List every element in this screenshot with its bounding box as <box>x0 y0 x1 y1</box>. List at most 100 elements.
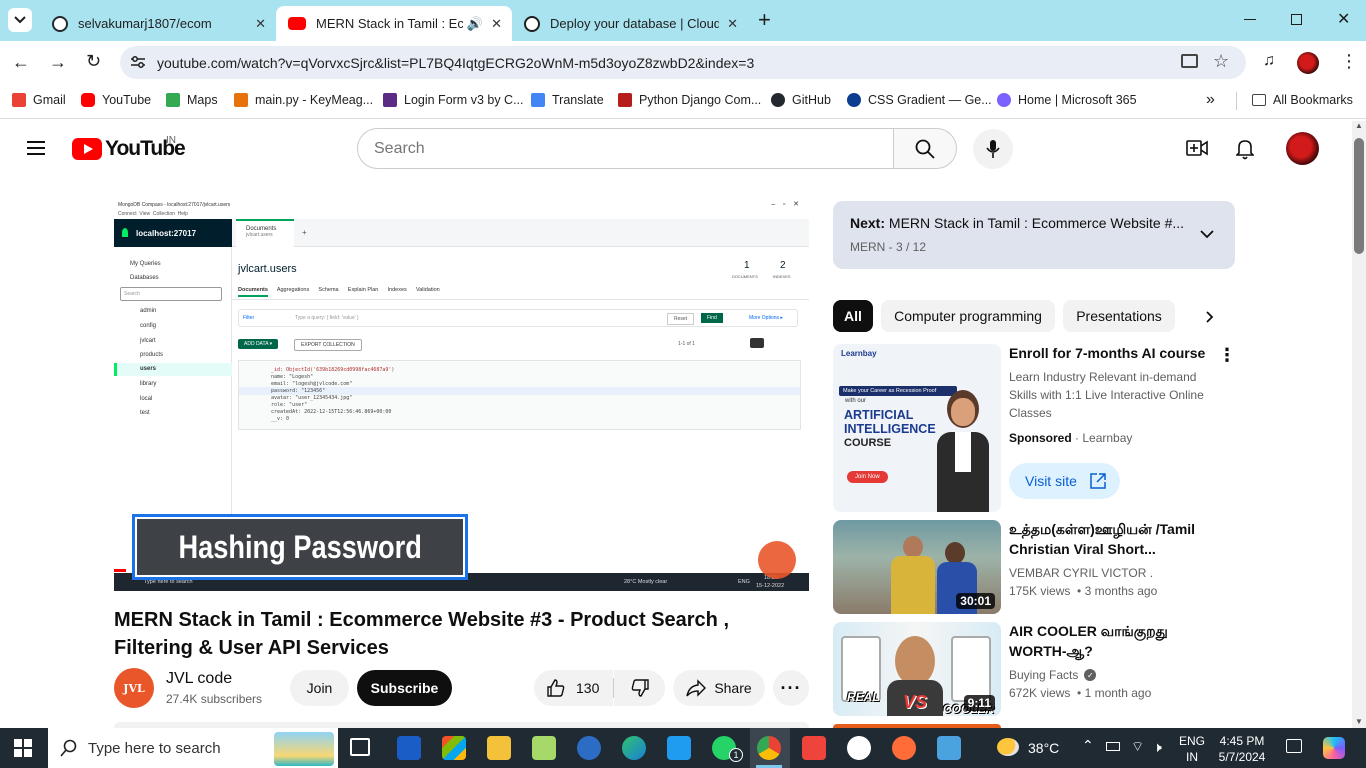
site-info-icon[interactable] <box>130 55 146 69</box>
all-bookmarks-button[interactable]: All Bookmarks <box>1252 92 1353 108</box>
bookmark-python-django[interactable]: Python Django Com... <box>618 92 761 108</box>
weather-temperature[interactable]: 38°C <box>1028 740 1059 756</box>
create-video-button[interactable] <box>1186 139 1208 157</box>
language-indicator[interactable]: ENG IN <box>1179 733 1205 765</box>
bookmark-gmail[interactable]: Gmail <box>12 92 66 108</box>
recommendation-title[interactable]: உத்தம(கள்ள)ஊழியன் /Tamil Christian Viral… <box>1009 519 1209 559</box>
volume-icon[interactable]: 🕨 <box>1153 739 1162 756</box>
task-view-icon[interactable] <box>350 738 370 756</box>
bookmark-github[interactable]: GitHub <box>771 92 831 108</box>
weather-icon[interactable] <box>997 738 1019 756</box>
start-button[interactable] <box>14 739 32 757</box>
anydesk-icon[interactable] <box>802 736 826 760</box>
video-progress-bar[interactable] <box>114 569 126 572</box>
word-app-icon[interactable] <box>397 736 421 760</box>
video-expand-icon[interactable]: ⌃ <box>795 561 802 570</box>
minimize-window-button[interactable] <box>1244 19 1256 20</box>
close-window-button[interactable]: ✕ <box>1337 9 1350 29</box>
notification-center-icon[interactable] <box>1286 739 1302 753</box>
ad-title[interactable]: Enroll for 7-months AI course <box>1009 345 1209 361</box>
recommendation-channel[interactable]: Buying Facts ✓ <box>1009 668 1097 682</box>
cloud-icon <box>524 15 540 32</box>
close-tab-icon[interactable]: ✕ <box>255 16 266 32</box>
clock[interactable]: 4:45 PM 5/7/2024 <box>1214 733 1270 765</box>
edge-icon[interactable] <box>622 736 646 760</box>
new-tab-button[interactable]: + <box>758 7 771 33</box>
channel-name[interactable]: JVL code <box>166 670 232 688</box>
page-scrollbar[interactable]: ▲ ▼ <box>1352 121 1366 728</box>
like-button[interactable]: 130 <box>534 670 613 706</box>
bookmark-microsoft-365[interactable]: Home | Microsoft 365 <box>997 92 1137 108</box>
wifi-icon[interactable]: ⌔ <box>1131 738 1144 756</box>
dislike-button[interactable] <box>614 670 665 706</box>
share-button[interactable]: Share <box>673 670 765 706</box>
media-app-icon[interactable] <box>532 736 556 760</box>
install-app-icon[interactable] <box>1181 54 1198 68</box>
playlist-panel[interactable]: Next: MERN Stack in Tamil : Ecommerce We… <box>833 201 1235 269</box>
mongodb-compass-icon[interactable] <box>847 736 871 760</box>
scrollbar-thumb[interactable] <box>1354 138 1364 254</box>
voice-search-button[interactable] <box>973 129 1013 169</box>
database-app-icon[interactable] <box>577 736 601 760</box>
vscode-icon[interactable] <box>667 736 691 760</box>
ad-thumbnail[interactable]: Learnbay Make your Career as Recession P… <box>833 344 1001 512</box>
recommendation-thumbnail[interactable]: REAL VS COOLER 9:11 <box>833 622 1001 716</box>
tab-github[interactable]: selvakumarj1807/ecom ✕ <box>40 6 276 41</box>
expand-playlist-icon[interactable] <box>1200 230 1214 239</box>
recommendation-title[interactable]: AIR COOLER வாங்குறது WORTH-ஆ? <box>1009 621 1209 661</box>
tab-search-button[interactable] <box>8 8 32 32</box>
bookmarks-overflow-button[interactable]: » <box>1206 91 1215 108</box>
search-button[interactable] <box>893 128 957 169</box>
forward-button[interactable]: → <box>49 52 67 73</box>
audio-playing-icon[interactable]: 🔊 <box>467 16 483 32</box>
bookmark-maps[interactable]: Maps <box>166 92 218 108</box>
chip-presentations[interactable]: Presentations <box>1063 300 1175 332</box>
account-avatar[interactable] <box>1286 132 1319 165</box>
tab-youtube[interactable]: MERN Stack in Tamil : Ecom 🔊 ✕ <box>276 6 512 41</box>
taskbar-search[interactable]: Type here to search <box>48 728 338 768</box>
postman-icon[interactable] <box>892 736 916 760</box>
chevron-right-icon <box>1206 311 1214 323</box>
bookmark-css-gradient[interactable]: CSS Gradient — Ge... <box>847 92 992 108</box>
browser-menu-icon[interactable]: ⋮ <box>1340 52 1358 70</box>
chip-computer-programming[interactable]: Computer programming <box>881 300 1055 332</box>
ad-more-icon[interactable]: ⋮ <box>1218 345 1236 366</box>
close-tab-icon[interactable]: ✕ <box>491 16 502 32</box>
notifications-button[interactable] <box>1235 138 1255 160</box>
channel-avatar[interactable]: JVL <box>114 668 154 708</box>
bookmark-star-icon[interactable]: ☆ <box>1213 51 1229 72</box>
url-text[interactable]: youtube.com/watch?v=qVorvxcSjrc&list=PL7… <box>157 55 754 71</box>
tab-mongodb[interactable]: Deploy your database | Cloud: I ✕ <box>512 6 748 41</box>
file-explorer-icon[interactable] <box>487 736 511 760</box>
battery-icon[interactable] <box>1106 742 1120 751</box>
join-button[interactable]: Join <box>290 670 349 706</box>
more-actions-button[interactable]: ··· <box>773 670 809 706</box>
reload-button[interactable]: ↻ <box>86 51 101 72</box>
show-hidden-icons[interactable]: ⌃ <box>1082 737 1094 754</box>
bookmark-keymeag[interactable]: main.py - KeyMeag... <box>234 92 373 108</box>
restore-window-button[interactable] <box>1291 14 1302 25</box>
video-caption-overlay: Hashing Password <box>132 514 468 580</box>
chips-next-button[interactable] <box>1198 305 1222 329</box>
ad-visit-site-button[interactable]: Visit site <box>1009 463 1120 499</box>
chevron-down-icon <box>14 16 26 24</box>
guide-menu-icon[interactable] <box>27 141 45 155</box>
chrome-icon[interactable] <box>757 736 781 760</box>
search-highlight-image <box>274 732 334 766</box>
photos-icon[interactable] <box>937 736 961 760</box>
recommendation-channel[interactable]: VEMBAR CYRIL VICTOR . <box>1009 566 1153 580</box>
subscribe-button[interactable]: Subscribe <box>357 670 452 706</box>
video-player[interactable]: MongoDB Compass - localhost:27017/jvlcar… <box>114 199 809 591</box>
chip-all[interactable]: All <box>833 300 873 332</box>
profile-avatar[interactable] <box>1297 52 1319 74</box>
recommendation-thumbnail[interactable]: 30:01 <box>833 520 1001 614</box>
bookmark-login-form[interactable]: Login Form v3 by C... <box>383 92 524 108</box>
bookmark-youtube[interactable]: YouTube <box>81 92 151 108</box>
copilot-icon[interactable] <box>1323 737 1345 759</box>
back-button[interactable]: ← <box>12 52 30 73</box>
store-icon[interactable] <box>442 736 466 760</box>
bookmark-translate[interactable]: Translate <box>531 92 604 108</box>
close-tab-icon[interactable]: ✕ <box>727 16 738 32</box>
search-input[interactable]: Search <box>357 128 894 169</box>
media-controls-icon[interactable]: ♫ <box>1263 52 1275 70</box>
